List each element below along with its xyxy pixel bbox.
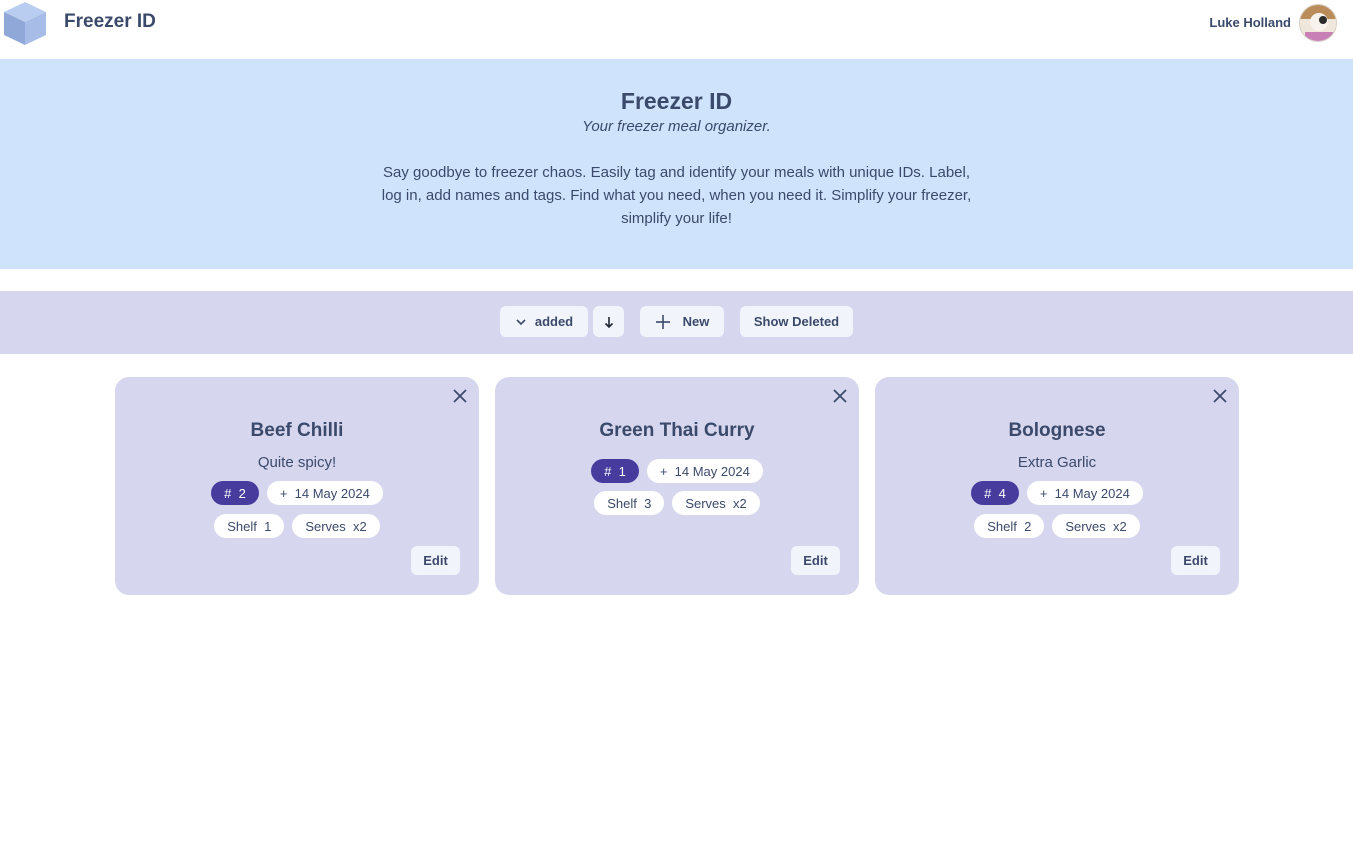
arrow-down-icon <box>603 315 615 329</box>
new-label: New <box>682 314 710 329</box>
date-chip: + 14 May 2024 <box>1026 481 1143 505</box>
meal-card: Green Thai Curry # 1 + 14 May 2024 Shelf… <box>495 377 859 595</box>
shelf-chip: Shelf 3 <box>594 491 665 515</box>
chip-row: Shelf 2 Serves x2 <box>875 514 1239 538</box>
sort-select-button[interactable]: added <box>500 306 588 337</box>
close-icon[interactable] <box>831 387 849 405</box>
edit-button[interactable]: Edit <box>411 546 460 575</box>
edit-button[interactable]: Edit <box>791 546 840 575</box>
user-name[interactable]: Luke Holland <box>1209 15 1291 30</box>
close-icon[interactable] <box>451 387 469 405</box>
date-chip: + 14 May 2024 <box>266 481 383 505</box>
edit-button[interactable]: Edit <box>1171 546 1220 575</box>
meal-title: Green Thai Curry <box>599 420 755 441</box>
chip-row: # 2 + 14 May 2024 <box>115 481 479 505</box>
chevron-down-icon <box>515 316 527 328</box>
id-chip: # 2 <box>211 481 259 505</box>
meal-title: Bolognese <box>1008 420 1106 441</box>
meal-note: Extra Garlic <box>1017 454 1097 471</box>
chip-row: Shelf 1 Serves x2 <box>115 514 479 538</box>
hero-tagline: Your freezer meal organizer. <box>582 118 771 135</box>
sort-label: added <box>534 314 574 329</box>
meal-card: Beef Chilli Quite spicy! # 2 + 14 May 20… <box>115 377 479 595</box>
hero-description: Say goodbye to freezer chaos. Easily tag… <box>381 164 972 227</box>
hero-banner: Freezer ID Your freezer meal organizer. … <box>0 59 1353 269</box>
show-deleted-button[interactable]: Show Deleted <box>740 306 853 337</box>
close-icon[interactable] <box>1211 387 1229 405</box>
serves-chip: Serves x2 <box>1052 514 1140 538</box>
avatar[interactable] <box>1299 4 1337 42</box>
serves-chip: Serves x2 <box>292 514 380 538</box>
id-chip: # 4 <box>971 481 1019 505</box>
shelf-chip: Shelf 1 <box>214 514 285 538</box>
meal-title: Beef Chilli <box>250 420 344 441</box>
chip-row: # 1 + 14 May 2024 <box>495 459 859 483</box>
chip-row: Shelf 3 Serves x2 <box>495 491 859 515</box>
toolbar: added New Show Deleted <box>0 291 1353 354</box>
chip-row: # 4 + 14 May 2024 <box>875 481 1239 505</box>
id-chip: # 1 <box>591 459 639 483</box>
app-name[interactable]: Freezer ID <box>64 11 156 33</box>
cube-icon[interactable] <box>2 0 48 46</box>
hero-title: Freezer ID <box>620 88 733 114</box>
new-meal-button[interactable]: New <box>640 306 724 337</box>
plus-icon <box>655 314 671 330</box>
date-chip: + 14 May 2024 <box>646 459 763 483</box>
meal-card: Bolognese Extra Garlic # 4 + 14 May 2024… <box>875 377 1239 595</box>
serves-chip: Serves x2 <box>672 491 760 515</box>
sort-direction-button[interactable] <box>593 306 624 337</box>
top-bar: Freezer ID Luke Holland <box>0 0 1353 45</box>
shelf-chip: Shelf 2 <box>974 514 1045 538</box>
meal-note: Quite spicy! <box>257 454 337 471</box>
